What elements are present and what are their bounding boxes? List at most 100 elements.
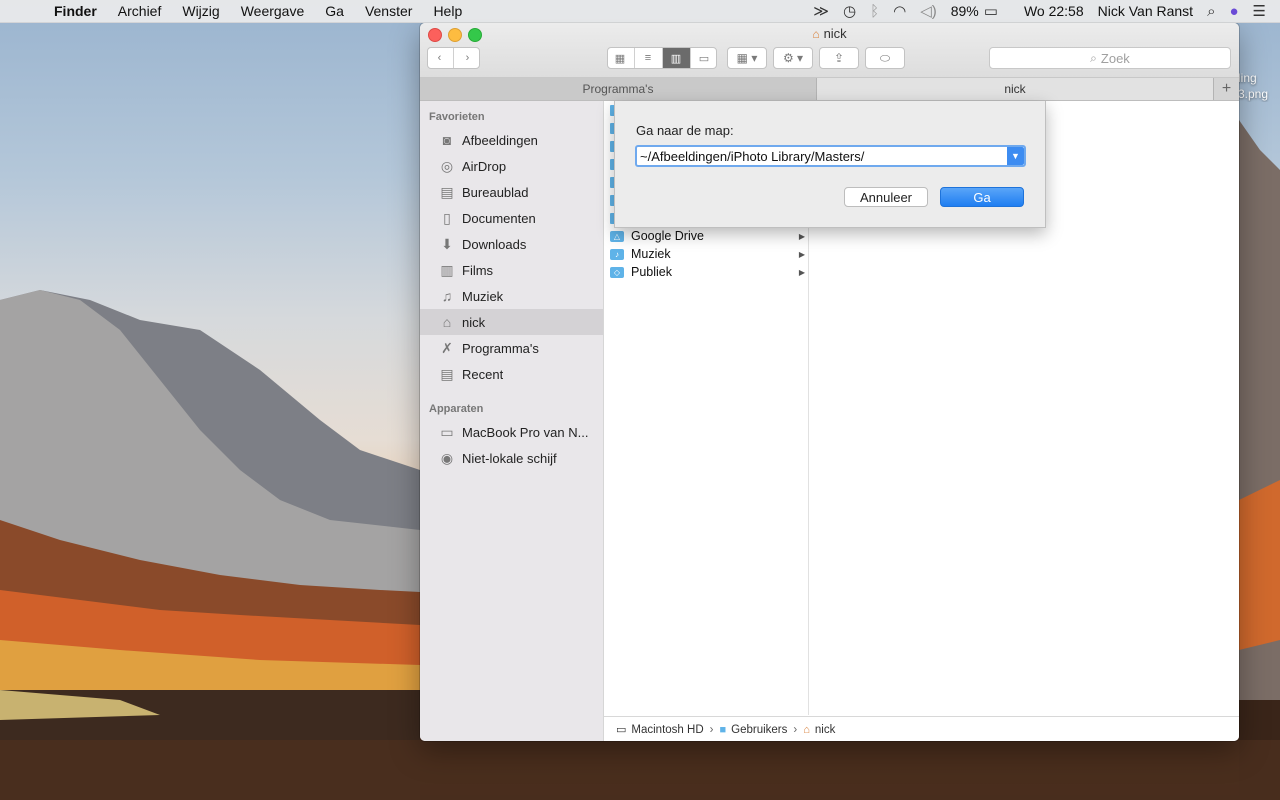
menu-user-name[interactable]: Nick Van Ranst	[1098, 3, 1193, 19]
path-item-label: Macintosh HD	[631, 723, 704, 736]
path-item-label: Gebruikers	[731, 723, 788, 736]
list-item-publiek[interactable]: ◇ Publiek ▶	[604, 263, 808, 281]
wifi-icon[interactable]: ◠	[893, 2, 906, 20]
spotlight-search-icon[interactable]: ⌕	[1207, 3, 1215, 20]
desktop-file-label[interactable]: ling 3.png	[1238, 70, 1280, 102]
tab-nick[interactable]: nick	[817, 78, 1213, 100]
column-list: △ Google Drive ▶ ♪ Muziek ▶ ◇ Publiek ▶	[604, 227, 808, 281]
sidebar-item-remote-disc[interactable]: ◉ Niet-lokale schijf	[420, 445, 603, 471]
path-item-nick[interactable]: ⌂ nick	[803, 724, 835, 736]
sidebar-item-label: Recent	[462, 366, 504, 382]
download-icon: ⬇	[441, 235, 453, 252]
forward-button[interactable]: ›	[454, 48, 481, 68]
disc-icon: ◉	[440, 449, 454, 466]
path-separator-icon: ›	[793, 723, 798, 736]
go-to-folder-sheet: Ga naar de map: ▼ Annuleer Ga	[614, 101, 1046, 228]
view-mode-segment: ▦ ≡ ▥ ▭	[607, 48, 718, 68]
sidebar-item-afbeeldingen[interactable]: ◙ Afbeeldingen	[420, 127, 603, 153]
group-icon: ▦ ▾	[736, 51, 758, 65]
menu-weergave[interactable]: Weergave	[241, 3, 305, 19]
volume-icon[interactable]: ◁)	[920, 2, 937, 20]
sidebar-item-nick[interactable]: ⌂ nick	[420, 309, 603, 335]
cancel-button[interactable]: Annuleer	[844, 187, 928, 207]
path-item-gebruikers[interactable]: ■ Gebruikers	[719, 724, 787, 736]
notification-center-icon[interactable]: ☰	[1253, 2, 1266, 20]
back-forward-segment: ‹ ›	[426, 48, 481, 68]
film-icon: ▥	[440, 261, 454, 278]
relay-app-icon[interactable]: ≫	[813, 2, 829, 20]
menu-clock[interactable]: Wo 22:58	[1024, 3, 1084, 19]
sidebar-item-recent[interactable]: ▤ Recent	[420, 361, 603, 387]
sidebar-item-airdrop[interactable]: ◎ AirDrop	[420, 153, 603, 179]
tab-programmas[interactable]: Programma's	[420, 78, 817, 100]
battery-percentage[interactable]: 89%	[951, 3, 979, 19]
list-item-muziek[interactable]: ♪ Muziek ▶	[604, 245, 808, 263]
sidebar-item-macbook[interactable]: ▭ MacBook Pro van N...	[420, 419, 603, 445]
back-button[interactable]: ‹	[426, 48, 454, 68]
disclosure-arrow-icon: ▶	[798, 231, 805, 241]
tags-button[interactable]: ⬭	[865, 47, 905, 69]
menu-help[interactable]: Help	[433, 3, 462, 19]
sidebar-item-label: nick	[462, 314, 486, 330]
desktop-file-label-line2: 3.png	[1238, 87, 1269, 101]
view-mode-buttons: ▦ ≡ ▥ ▭	[607, 47, 717, 69]
menu-app-name[interactable]: Finder	[54, 3, 97, 19]
sidebar-item-bureaublad[interactable]: ▤ Bureaublad	[420, 179, 603, 205]
status-area: ≫ ◷ ᛒ ◠ ◁) 89% ▭ Wo 22:58 Nick Van Ranst…	[799, 2, 1280, 21]
sidebar-item-programmas[interactable]: ✗ Programma's	[420, 335, 603, 361]
sidebar-item-documenten[interactable]: ▯ Documenten	[420, 205, 603, 231]
laptop-icon: ▭	[440, 423, 454, 440]
menu-archief[interactable]: Archief	[118, 3, 162, 19]
sidebar-item-label: Programma's	[462, 340, 539, 356]
sidebar-item-label: Bureaublad	[462, 184, 529, 200]
disclosure-arrow-icon: ▶	[798, 267, 805, 277]
sidebar-item-downloads[interactable]: ⬇ Downloads	[420, 231, 603, 257]
column-view-button[interactable]: ▥	[662, 48, 691, 68]
list-item-label: Google Drive	[631, 229, 704, 243]
recents-icon: ▤	[440, 365, 454, 382]
folder-path-input[interactable]	[637, 147, 1007, 165]
folder-path-combobox: ▼	[635, 145, 1026, 167]
menu-wijzig[interactable]: Wijzig	[182, 3, 219, 19]
gallery-view-button[interactable]: ▭	[691, 48, 718, 68]
time-machine-icon[interactable]: ◷	[843, 2, 856, 20]
airdrop-icon: ◎	[440, 157, 454, 174]
list-item-google-drive[interactable]: △ Google Drive ▶	[604, 227, 808, 245]
menu-ga[interactable]: Ga	[325, 3, 344, 19]
applications-icon: ✗	[441, 339, 453, 356]
add-tab-button[interactable]: +	[1213, 78, 1239, 100]
search-field[interactable]: ⌕ Zoek	[989, 47, 1231, 69]
group-button[interactable]: ▦ ▾	[727, 47, 767, 69]
folder-icon: △	[610, 230, 624, 242]
bluetooth-icon[interactable]: ᛒ	[870, 3, 879, 20]
go-button[interactable]: Ga	[940, 187, 1024, 207]
document-icon: ▯	[443, 209, 451, 226]
sidebar-item-label: Afbeeldingen	[462, 132, 538, 148]
hard-drive-icon: ▭	[616, 724, 627, 736]
camera-icon: ◙	[442, 132, 452, 148]
battery-icon[interactable]: ▭	[984, 2, 998, 20]
path-item-label: nick	[814, 723, 836, 736]
action-button[interactable]: ⚙ ▾	[773, 47, 813, 69]
menu-venster[interactable]: Venster	[365, 3, 412, 19]
list-view-button[interactable]: ≡	[635, 48, 663, 68]
window-title: ⌂ nick	[420, 26, 1239, 41]
search-placeholder: Zoek	[1100, 50, 1130, 66]
desktop-icon: ▤	[440, 183, 454, 200]
search-icon: ⌕	[1090, 50, 1097, 65]
path-item-macintosh-hd[interactable]: ▭ Macintosh HD	[616, 723, 704, 737]
window-toolbar: ⌂ nick ‹ › ▦ ≡ ▥ ▭ ▦ ▾ ⚙ ▾ ⇪ ⬭ ⌕ Zoek	[420, 23, 1239, 78]
desktop-file-label-line1: ling	[1238, 71, 1257, 85]
sidebar-item-label: Films	[462, 262, 494, 278]
music-note-icon: ♫	[441, 288, 453, 304]
window-title-text: nick	[823, 26, 847, 41]
sidebar-item-muziek[interactable]: ♫ Muziek	[420, 283, 603, 309]
siri-icon[interactable]: ●	[1229, 3, 1238, 20]
finder-window: ⌂ nick ‹ › ▦ ≡ ▥ ▭ ▦ ▾ ⚙ ▾ ⇪ ⬭ ⌕ Zoek Pr…	[420, 23, 1239, 741]
share-button[interactable]: ⇪	[819, 47, 859, 69]
tag-icon: ⬭	[879, 50, 891, 65]
icon-view-button[interactable]: ▦	[607, 48, 635, 68]
sidebar-item-films[interactable]: ▥ Films	[420, 257, 603, 283]
chevron-down-icon[interactable]: ▼	[1007, 147, 1024, 165]
tab-bar: Programma's nick +	[420, 78, 1239, 101]
